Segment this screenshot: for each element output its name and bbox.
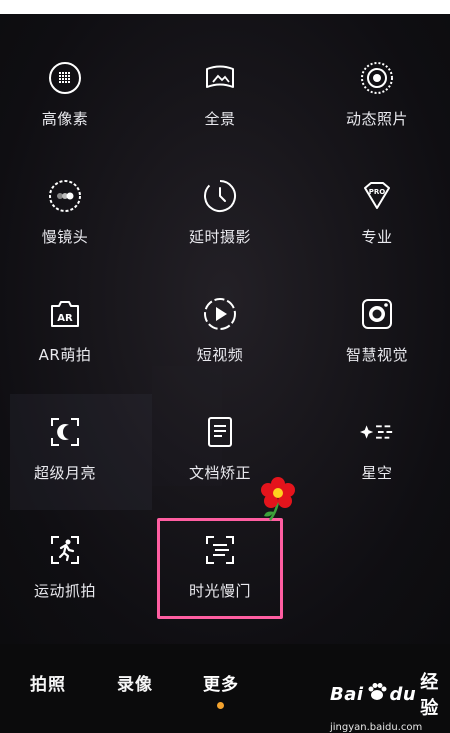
mode-label: 短视频 xyxy=(196,346,244,364)
mode-label: 延时摄影 xyxy=(188,228,251,246)
mode-sport-snapshot[interactable]: 运动抓拍 xyxy=(0,532,140,632)
tab-more[interactable]: 更多 xyxy=(203,670,239,695)
watermark-site: jingyan.baidu.com xyxy=(330,722,423,733)
watermark-brand-suffix: du xyxy=(389,683,417,705)
mode-pro[interactable]: PRO 专业 xyxy=(302,178,450,278)
document-correction-icon xyxy=(202,414,238,450)
active-tab-indicator xyxy=(217,702,224,709)
short-video-icon xyxy=(202,296,238,332)
mode-label: 全景 xyxy=(204,110,236,128)
super-moon-icon xyxy=(47,414,83,450)
mode-label: 动态照片 xyxy=(345,110,408,128)
paw-icon xyxy=(366,681,388,708)
baidu-watermark: Bai du 经验 jingyan.baidu.com xyxy=(330,668,450,733)
mode-moving-photo[interactable]: 动态照片 xyxy=(302,60,450,160)
svg-text:PRO: PRO xyxy=(369,188,386,196)
high-pixel-icon xyxy=(47,60,83,96)
slow-motion-icon xyxy=(47,178,83,214)
starry-sky-icon xyxy=(359,414,395,450)
tab-photo[interactable]: 拍照 xyxy=(30,670,66,695)
mode-row: 超级月亮 文档矫正 星空 xyxy=(0,414,450,524)
mode-ar-lens[interactable]: AR AR萌拍 xyxy=(0,296,140,396)
ar-lens-icon: AR xyxy=(47,296,83,332)
pro-icon: PRO xyxy=(359,178,395,214)
mode-label: 运动抓拍 xyxy=(33,582,96,600)
time-lapse-icon xyxy=(202,178,238,214)
mode-label: AR萌拍 xyxy=(38,346,92,364)
sport-snapshot-icon xyxy=(47,532,83,568)
mode-label: 文档矫正 xyxy=(188,464,251,482)
moving-photo-icon xyxy=(359,60,395,96)
mode-starry-sky[interactable]: 星空 xyxy=(302,414,450,514)
mode-ai-vision[interactable]: 智慧视觉 xyxy=(302,296,450,396)
mode-row: AR AR萌拍 短视频 智慧视觉 xyxy=(0,296,450,406)
svg-text:AR: AR xyxy=(57,313,73,324)
mode-panorama[interactable]: 全景 xyxy=(145,60,295,160)
mode-label: 慢镜头 xyxy=(41,228,89,246)
mode-time-lapse[interactable]: 延时摄影 xyxy=(145,178,295,278)
mode-short-video[interactable]: 短视频 xyxy=(145,296,295,396)
mode-label: 高像素 xyxy=(41,110,89,128)
mode-high-pixel[interactable]: 高像素 xyxy=(0,60,140,160)
panorama-icon xyxy=(202,60,238,96)
status-strip xyxy=(0,0,450,14)
watermark-cn: 经验 xyxy=(420,672,439,719)
mode-label: 智慧视觉 xyxy=(345,346,408,364)
mode-row: 慢镜头 延时摄影 PRO 专业 xyxy=(0,178,450,288)
ai-vision-icon xyxy=(359,296,395,332)
flower-icon xyxy=(258,476,298,524)
tab-video[interactable]: 录像 xyxy=(117,670,153,695)
mode-super-moon[interactable]: 超级月亮 xyxy=(0,414,140,514)
mode-slow-motion[interactable]: 慢镜头 xyxy=(0,178,140,278)
watermark-brand: Bai xyxy=(330,683,364,705)
mode-label: 超级月亮 xyxy=(33,464,96,482)
mode-label: 专业 xyxy=(361,228,393,246)
mode-row: 高像素 全景 动态照片 xyxy=(0,60,450,170)
mode-label: 星空 xyxy=(361,464,393,482)
highlight-box xyxy=(157,518,283,619)
